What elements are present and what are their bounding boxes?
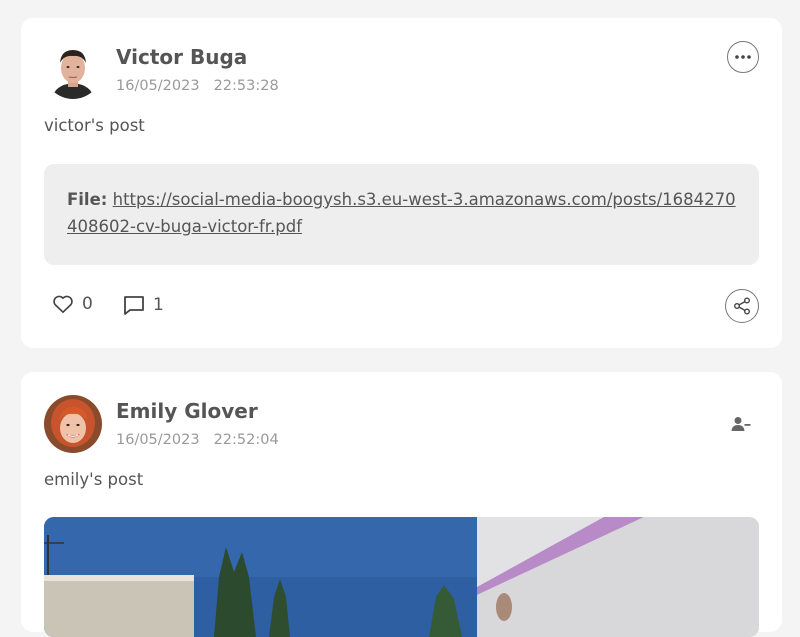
post-options-button[interactable] (727, 41, 759, 73)
like-count: 0 (82, 294, 93, 314)
attachment-box: File: https://social-media-boogysh.s3.eu… (44, 164, 759, 265)
post-text: victor's post (44, 116, 145, 135)
post-time: 22:53:28 (213, 78, 279, 94)
post-image[interactable] (44, 517, 759, 637)
post-card: Emily Glover 16/05/2023 22:52:04 emily's … (21, 372, 782, 637)
post-timestamp: 16/05/2023 22:52:04 (116, 432, 279, 448)
author-name[interactable]: Victor Buga (116, 45, 247, 69)
file-link[interactable]: https://social-media-boogysh.s3.eu-west-… (67, 190, 736, 236)
avatar[interactable] (44, 41, 102, 99)
more-horizontal-icon (735, 55, 751, 59)
comment-icon (124, 296, 144, 315)
post-card: Victor Buga 16/05/2023 22:53:28 victor's … (21, 18, 782, 348)
post-date: 16/05/2023 (116, 432, 200, 448)
file-label: File: (67, 190, 108, 209)
like-button[interactable]: 0 (52, 294, 93, 314)
author-name[interactable]: Emily Glover (116, 399, 258, 423)
post-date: 16/05/2023 (116, 78, 200, 94)
share-icon (734, 297, 750, 315)
avatar[interactable] (44, 395, 102, 453)
post-time: 22:52:04 (213, 432, 279, 448)
share-button[interactable] (725, 289, 759, 323)
post-text: emily's post (44, 470, 144, 489)
comment-count: 1 (153, 295, 164, 315)
comment-button[interactable]: 1 (123, 294, 164, 316)
heart-icon (53, 295, 73, 313)
post-timestamp: 16/05/2023 22:53:28 (116, 78, 279, 94)
unfollow-button[interactable] (730, 414, 752, 434)
user-minus-icon (731, 417, 751, 431)
